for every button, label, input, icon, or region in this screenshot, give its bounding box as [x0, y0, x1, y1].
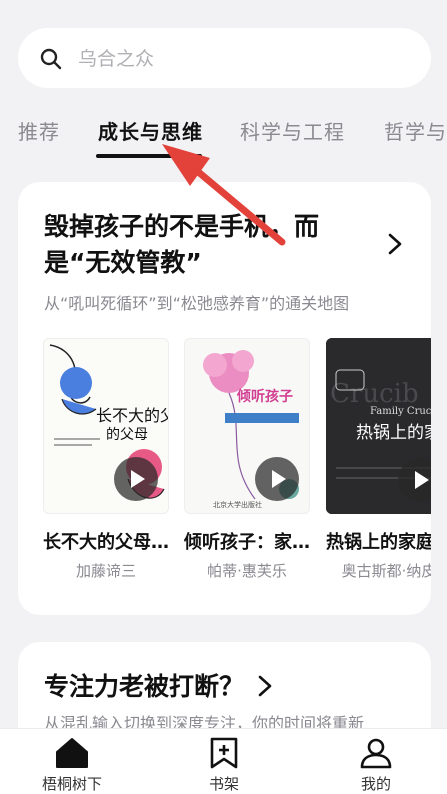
user-icon — [360, 738, 392, 769]
nav-label-bookshelf: 书架 — [208, 775, 239, 793]
bookmark-plus-icon — [210, 737, 238, 769]
nav-profile[interactable]: 我的 — [336, 737, 416, 794]
nav-home[interactable]: 梧桐树下 — [32, 737, 112, 794]
nav-bookshelf[interactable]: 书架 — [184, 737, 264, 794]
annotation-arrow-icon — [162, 144, 286, 246]
nav-label-home: 梧桐树下 — [41, 775, 102, 793]
home-icon — [56, 738, 88, 768]
bottom-nav: 梧桐树下 书架 我的 — [0, 728, 447, 794]
nav-label-profile: 我的 — [360, 775, 391, 793]
